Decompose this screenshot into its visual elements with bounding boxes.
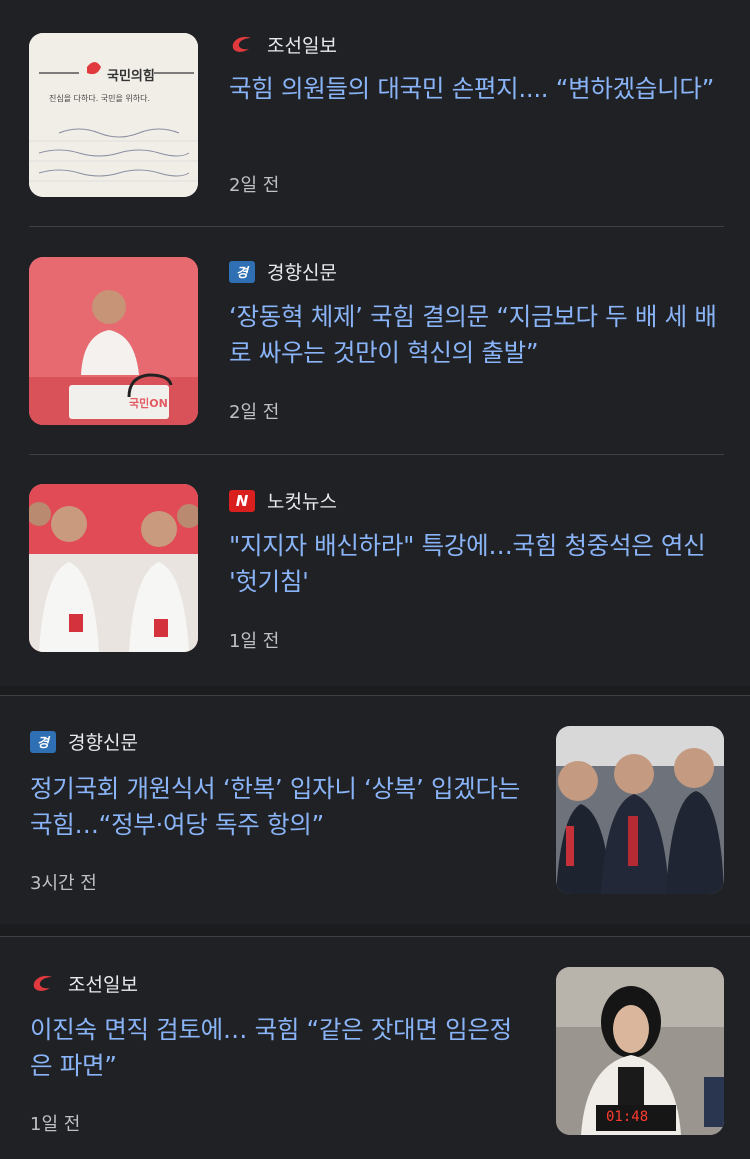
- article-headline[interactable]: "지지자 배신하라" 특강에…국힘 청중석은 연신 '헛기침': [229, 528, 724, 600]
- article-time: 1일 전: [229, 631, 280, 652]
- source-name: 조선일보: [267, 35, 337, 57]
- source-name: 조선일보: [68, 974, 138, 996]
- article-headline[interactable]: 정기국회 개원식서 ‘한복’ 입자니 ‘상복’ 입겠다는 국힘…“정부·여당 독…: [30, 771, 525, 843]
- article-headline[interactable]: 이진숙 면직 검토에… 국힘 “같은 잣대면 임은정은 파면”: [30, 1012, 525, 1084]
- section-gap: [0, 924, 750, 936]
- timer-display: 01:48: [606, 1109, 649, 1125]
- thumb-podium-text: 국민ON: [129, 397, 168, 410]
- news-card[interactable]: 국민ON 경 경향신문 ‘장동혁 체제’ 국힘 결의문 “지금보다 두 배 세 …: [0, 227, 750, 454]
- article-thumbnail: 국민의힘 진심을 다하다. 국민을 위하다.: [29, 33, 198, 197]
- news-card[interactable]: 국민의힘 진심을 다하다. 국민을 위하다. 조선일보 국힘 의원들의 대국민 …: [0, 0, 750, 226]
- article-source: 조선일보: [30, 970, 138, 997]
- article-headline[interactable]: 국힘 의원들의 대국민 손편지.... “변하겠습니다”: [229, 71, 724, 107]
- nocut-logo-icon: N: [229, 489, 255, 512]
- article-time: 2일 전: [229, 175, 280, 196]
- kyunghyang-logo-icon: 경: [229, 260, 255, 283]
- article-time: 1일 전: [30, 1114, 81, 1135]
- article-thumbnail: [556, 726, 724, 894]
- chosun-logo-icon: [229, 34, 255, 56]
- article-source: N 노컷뉴스: [229, 487, 337, 514]
- article-thumbnail: 01:48: [556, 967, 724, 1135]
- news-card[interactable]: 경 경향신문 정기국회 개원식서 ‘한복’ 입자니 ‘상복’ 입겠다는 국힘…“…: [0, 696, 750, 924]
- source-name: 경향신문: [68, 732, 138, 754]
- thumb-slogan-text: 진심을 다하다. 국민을 위하다.: [49, 94, 151, 103]
- article-time: 3시간 전: [30, 873, 97, 894]
- article-thumbnail: 국민ON: [29, 257, 198, 425]
- source-name: 노컷뉴스: [267, 491, 337, 513]
- article-source: 조선일보: [229, 31, 337, 58]
- thumb-logo-text: 국민의힘: [107, 69, 155, 84]
- news-card[interactable]: 조선일보 이진숙 면직 검토에… 국힘 “같은 잣대면 임은정은 파면” 1일 …: [0, 937, 750, 1159]
- article-source: 경 경향신문: [30, 728, 138, 755]
- article-headline[interactable]: ‘장동혁 체제’ 국힘 결의문 “지금보다 두 배 세 배로 싸우는 것만이 혁…: [229, 299, 724, 371]
- article-time: 2일 전: [229, 402, 280, 423]
- kyunghyang-logo-icon: 경: [30, 730, 56, 753]
- article-source: 경 경향신문: [229, 258, 337, 285]
- chosun-logo-icon: [30, 973, 56, 995]
- news-card[interactable]: N 노컷뉴스 "지지자 배신하라" 특강에…국힘 청중석은 연신 '헛기침' 1…: [0, 455, 750, 686]
- source-name: 경향신문: [267, 262, 337, 284]
- article-thumbnail: [29, 484, 198, 652]
